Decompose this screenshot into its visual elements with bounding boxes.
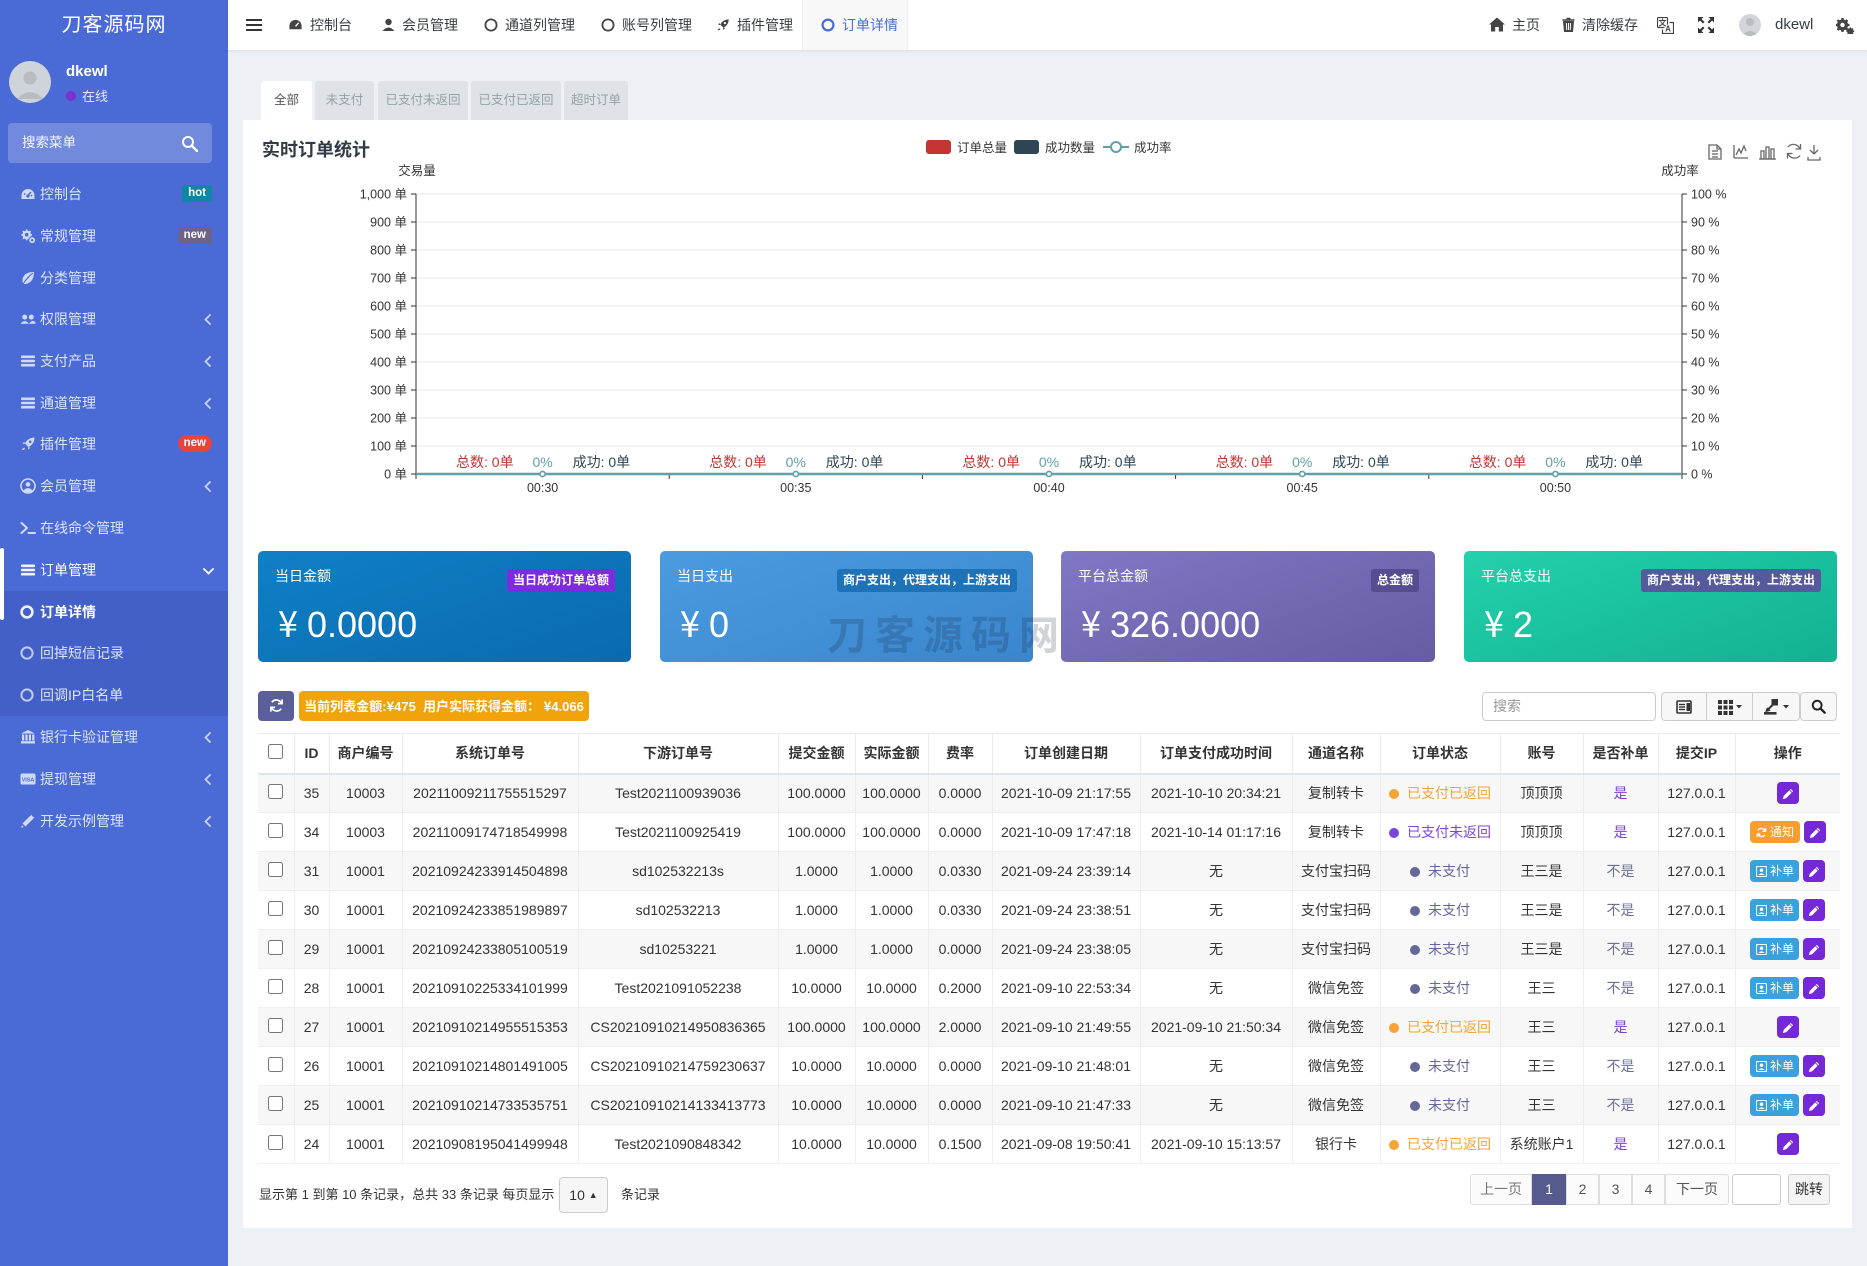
svg-text:00:40: 00:40 xyxy=(1033,481,1064,495)
svg-text:0 单: 0 单 xyxy=(384,468,407,482)
svg-text:总数: 0单: 总数: 0单 xyxy=(962,454,1020,470)
svg-text:总数: 0单: 总数: 0单 xyxy=(1469,454,1527,470)
svg-text:100 单: 100 单 xyxy=(370,440,407,454)
svg-text:600 单: 600 单 xyxy=(370,300,407,314)
svg-text:60 %: 60 % xyxy=(1691,300,1720,314)
svg-text:500 单: 500 单 xyxy=(370,328,407,342)
svg-text:50 %: 50 % xyxy=(1691,328,1720,342)
svg-text:300 单: 300 单 xyxy=(370,384,407,398)
svg-text:80 %: 80 % xyxy=(1691,244,1720,258)
svg-text:40 %: 40 % xyxy=(1691,356,1720,370)
svg-text:A: A xyxy=(1665,25,1671,34)
svg-text:700 单: 700 单 xyxy=(370,272,407,286)
svg-text:30 %: 30 % xyxy=(1691,384,1720,398)
svg-text:VISA: VISA xyxy=(22,778,35,784)
svg-text:总数: 0单: 总数: 0单 xyxy=(1216,454,1274,470)
svg-text:00:30: 00:30 xyxy=(527,481,558,495)
svg-text:成功: 0单: 成功: 0单 xyxy=(1585,454,1643,470)
svg-text:总数: 0单: 总数: 0单 xyxy=(709,454,767,470)
svg-text:成功: 0单: 成功: 0单 xyxy=(1079,454,1137,470)
svg-text:200 单: 200 单 xyxy=(370,412,407,426)
svg-text:总数: 0单: 总数: 0单 xyxy=(456,454,514,470)
svg-text:成功: 0单: 成功: 0单 xyxy=(573,454,631,470)
svg-text:成功: 0单: 成功: 0单 xyxy=(1332,454,1390,470)
svg-text:100 %: 100 % xyxy=(1691,188,1726,202)
svg-text:400 单: 400 单 xyxy=(370,356,407,370)
svg-text:0%: 0% xyxy=(786,454,806,470)
svg-text:订单总量: 订单总量 xyxy=(957,141,1007,155)
svg-text:交易量: 交易量 xyxy=(398,163,436,178)
svg-text:成功: 0单: 成功: 0单 xyxy=(826,454,884,470)
svg-text:0%: 0% xyxy=(1039,454,1059,470)
svg-text:0%: 0% xyxy=(532,454,552,470)
svg-text:成功数量: 成功数量 xyxy=(1045,140,1095,155)
svg-text:1,000 单: 1,000 单 xyxy=(360,188,407,202)
svg-text:90 %: 90 % xyxy=(1691,216,1720,230)
svg-text:0 %: 0 % xyxy=(1691,468,1713,482)
svg-text:10 %: 10 % xyxy=(1691,440,1720,454)
svg-text:900 单: 900 单 xyxy=(370,216,407,230)
svg-text:00:35: 00:35 xyxy=(780,481,811,495)
svg-text:00:50: 00:50 xyxy=(1540,481,1571,495)
svg-text:20 %: 20 % xyxy=(1691,412,1720,426)
svg-text:800 单: 800 单 xyxy=(370,244,407,258)
svg-text:0%: 0% xyxy=(1292,454,1312,470)
svg-text:00:45: 00:45 xyxy=(1287,481,1318,495)
svg-text:0%: 0% xyxy=(1545,454,1565,470)
svg-text:70 %: 70 % xyxy=(1691,272,1720,286)
svg-text:成功率: 成功率 xyxy=(1134,140,1172,155)
svg-text:成功率: 成功率 xyxy=(1661,163,1699,178)
